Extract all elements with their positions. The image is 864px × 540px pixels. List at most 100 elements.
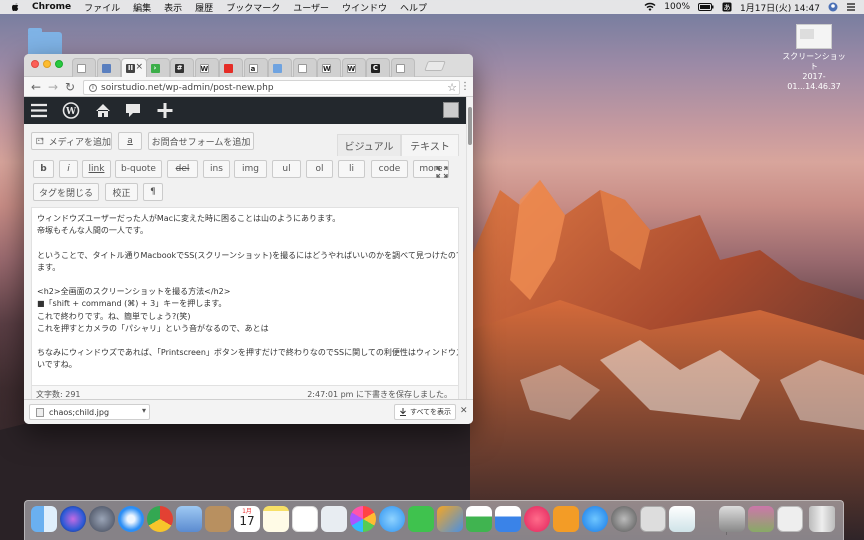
image-stack-icon[interactable] xyxy=(748,506,774,532)
document-stack-icon[interactable] xyxy=(719,506,745,532)
quicktag-img-button[interactable]: img xyxy=(234,160,267,178)
proofread-button[interactable]: 校正 xyxy=(105,183,138,201)
browser-tab[interactable]: # xyxy=(170,58,194,77)
system-preferences-icon[interactable] xyxy=(611,506,637,532)
menu-view[interactable]: 表示 xyxy=(164,1,182,14)
browser-tab[interactable] xyxy=(96,58,121,77)
desktop-screenshot-file[interactable]: スクリーンショット 2017-01...14.46.37 xyxy=(782,24,846,92)
distraction-free-icon[interactable] xyxy=(436,166,448,178)
bookmark-star-icon[interactable]: ☆ xyxy=(447,81,457,94)
finder-icon[interactable] xyxy=(31,506,57,532)
notes-icon[interactable] xyxy=(263,506,289,532)
add-new-plus-icon[interactable] xyxy=(156,102,174,119)
screenshot-stack-icon[interactable] xyxy=(777,506,803,532)
browser-tab[interactable]: C xyxy=(366,58,390,77)
new-tab-button[interactable] xyxy=(424,61,446,71)
scrollbar-thumb[interactable] xyxy=(468,107,472,145)
safari-icon[interactable] xyxy=(118,506,144,532)
address-bar[interactable]: i soirstudio.net/wp-admin/post-new.php ☆ xyxy=(83,80,460,95)
quicktag-b-button[interactable]: b xyxy=(33,160,54,178)
menu-bookmarks[interactable]: ブックマーク xyxy=(226,1,280,14)
messages-icon[interactable] xyxy=(379,506,405,532)
content-textarea[interactable]: ウィンドウズユーザーだった人がMacに変えた時に困ることは山のようにあります。帝… xyxy=(31,207,459,386)
character-app-icon[interactable] xyxy=(669,506,695,532)
add-media-button[interactable]: メディアを追加 xyxy=(31,132,112,150)
siri-icon[interactable] xyxy=(60,506,86,532)
forward-arrow-icon[interactable]: → xyxy=(47,80,59,94)
add-contact-form-button[interactable]: お問合せフォームを追加 xyxy=(148,132,254,150)
browser-tab[interactable] xyxy=(268,58,292,77)
site-info-icon[interactable]: i xyxy=(89,83,97,92)
comments-icon[interactable] xyxy=(124,102,142,119)
show-all-downloads-button[interactable]: すべてを表示 xyxy=(394,404,456,420)
browser-tab[interactable] xyxy=(292,58,317,77)
contacts-icon[interactable] xyxy=(205,506,231,532)
close-tags-button[interactable]: タグを閉じる xyxy=(33,183,99,201)
pages-icon[interactable] xyxy=(437,506,463,532)
menu-file[interactable]: ファイル xyxy=(84,1,120,14)
preview-icon[interactable] xyxy=(176,506,202,532)
quicktag-ol-button[interactable]: ol xyxy=(306,160,333,178)
app-store-icon[interactable] xyxy=(582,506,608,532)
hamburger-menu-icon[interactable] xyxy=(30,102,48,119)
itunes-icon[interactable] xyxy=(524,506,550,532)
list-menu-icon[interactable] xyxy=(846,2,856,12)
chrome-icon[interactable] xyxy=(147,506,173,532)
pilcrow-button[interactable]: ¶ xyxy=(143,183,163,201)
numbers-icon[interactable] xyxy=(466,506,492,532)
back-arrow-icon[interactable]: ← xyxy=(30,80,42,94)
chrome-menu-icon[interactable]: ⋮ xyxy=(460,82,470,92)
browser-tab[interactable]: W xyxy=(317,58,341,77)
tab-text[interactable]: テキスト xyxy=(401,134,459,156)
close-window-button[interactable] xyxy=(31,60,39,68)
battery-icon[interactable] xyxy=(698,2,714,12)
photos-icon[interactable] xyxy=(350,506,376,532)
browser-tab[interactable]: II × xyxy=(121,58,147,77)
menu-user[interactable]: ユーザー xyxy=(293,1,329,14)
quicktag-ul-button[interactable]: ul xyxy=(272,160,301,178)
launchpad-icon[interactable] xyxy=(89,506,115,532)
form-shortcode-button[interactable]: a xyxy=(118,132,142,150)
menu-history[interactable]: 履歴 xyxy=(195,1,213,14)
browser-tab[interactable]: › xyxy=(145,58,170,77)
facetime-icon[interactable] xyxy=(408,506,434,532)
quicktag-del-button[interactable]: del xyxy=(167,160,198,178)
minimize-window-button[interactable] xyxy=(43,60,51,68)
browser-tab[interactable]: W xyxy=(341,58,366,77)
calendar-icon[interactable]: 1月 17 xyxy=(234,506,260,532)
menu-help[interactable]: ヘルプ xyxy=(400,1,427,14)
download-menu-caret-icon[interactable]: ▾ xyxy=(142,406,146,415)
quicktag-link-button[interactable]: link xyxy=(82,160,111,178)
close-tab-icon[interactable]: × xyxy=(135,62,143,72)
app-icon[interactable] xyxy=(640,506,666,532)
browser-tab[interactable]: a xyxy=(243,58,268,77)
keynote-icon[interactable] xyxy=(495,506,521,532)
download-item[interactable]: chaos;child.jpg ▾ xyxy=(29,404,150,420)
quicktag-i-button[interactable]: i xyxy=(59,160,78,178)
trash-icon[interactable] xyxy=(809,506,835,532)
apple-icon[interactable] xyxy=(10,2,20,12)
home-icon[interactable] xyxy=(94,102,112,119)
menu-clock[interactable]: 1月17日(火) 14:47 xyxy=(740,1,820,14)
quicktag-b-quote-button[interactable]: b-quote xyxy=(115,160,162,178)
quicktag-ins-button[interactable]: ins xyxy=(203,160,230,178)
browser-tab[interactable] xyxy=(219,58,243,77)
ibooks-icon[interactable] xyxy=(553,506,579,532)
browser-tab[interactable] xyxy=(72,58,96,77)
quicktag-code-button[interactable]: code xyxy=(371,160,408,178)
wifi-icon[interactable] xyxy=(644,2,656,12)
reload-icon[interactable]: ↻ xyxy=(64,80,76,94)
browser-tab[interactable]: W xyxy=(194,58,219,77)
user-avatar-icon[interactable] xyxy=(828,2,838,12)
tab-visual[interactable]: ビジュアル xyxy=(337,134,401,156)
zoom-window-button[interactable] xyxy=(55,60,63,68)
browser-tab[interactable] xyxy=(390,58,415,77)
wordpress-logo-icon[interactable]: W xyxy=(62,102,80,119)
menu-app-name[interactable]: Chrome xyxy=(32,2,71,12)
close-download-shelf-icon[interactable]: ✕ xyxy=(460,406,468,416)
page-scrollbar[interactable] xyxy=(466,97,473,406)
menu-window[interactable]: ウインドウ xyxy=(342,1,387,14)
reminders-icon[interactable] xyxy=(292,506,318,532)
keyboard-input-icon[interactable]: あ xyxy=(722,2,732,12)
quicktag-li-button[interactable]: li xyxy=(338,160,365,178)
